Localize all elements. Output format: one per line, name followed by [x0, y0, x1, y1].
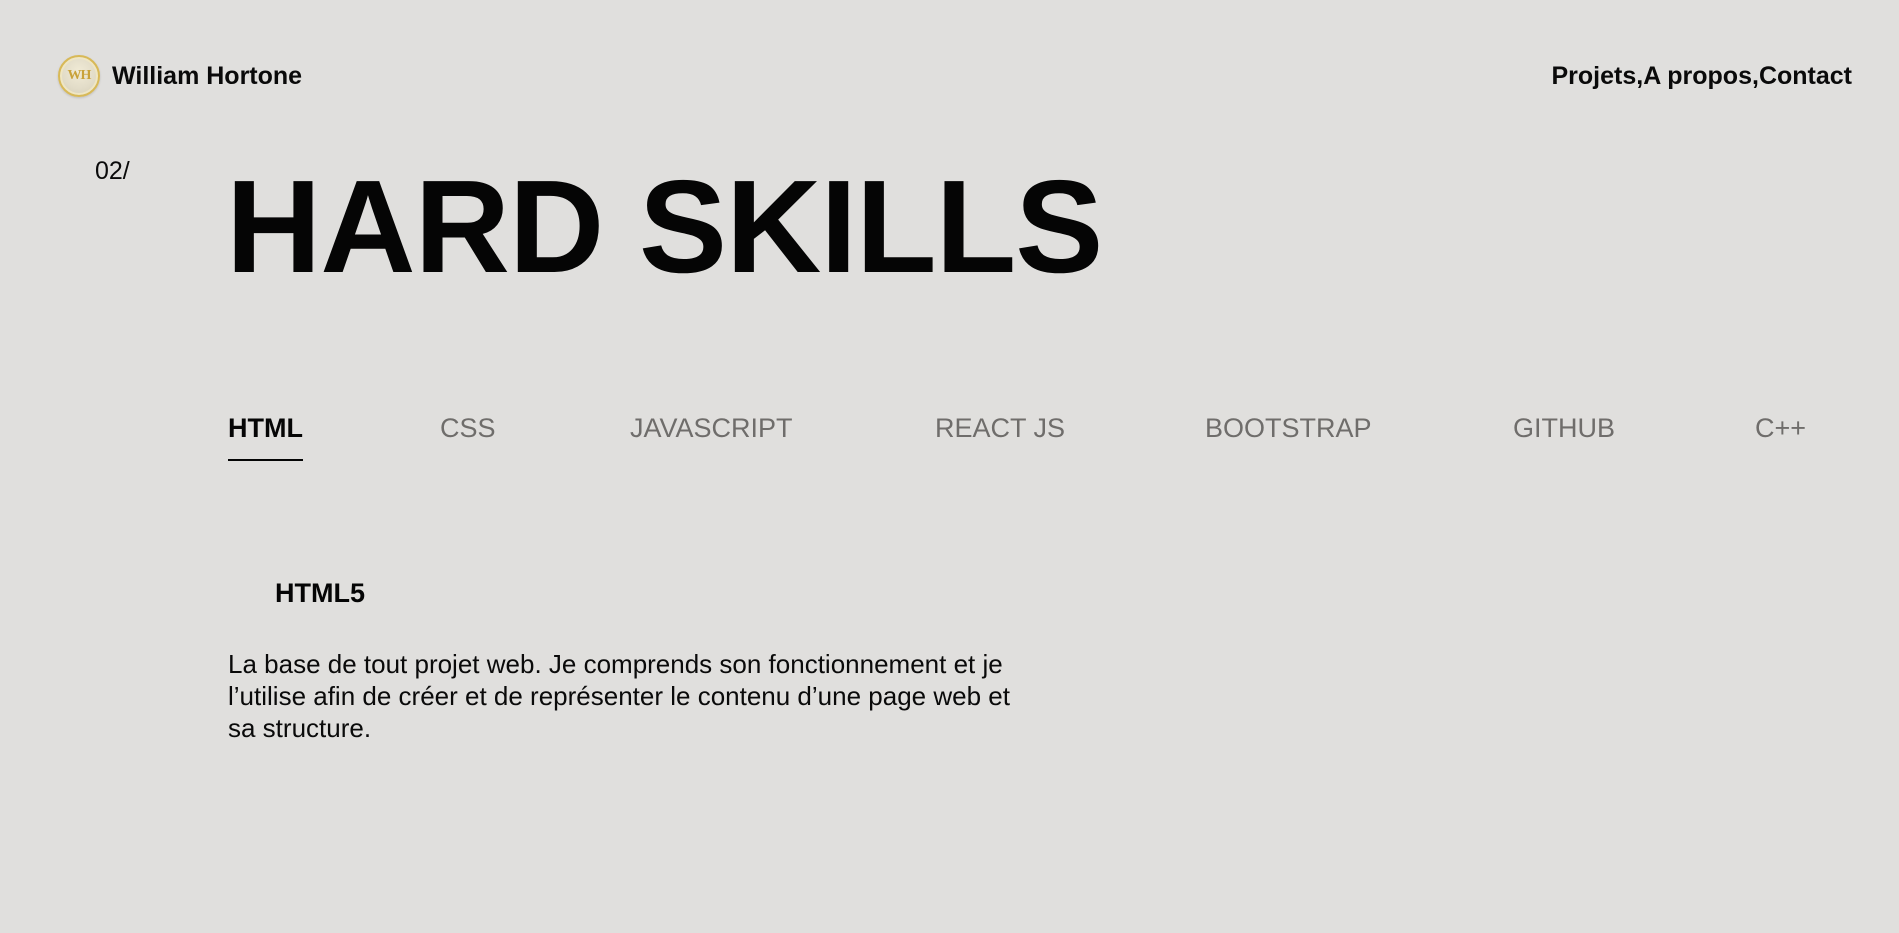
nav-link-projets[interactable]: Projets [1551, 62, 1636, 91]
nav-separator: , [1751, 61, 1759, 90]
tab-react-js[interactable]: REACT JS [935, 413, 1205, 461]
skill-description: La base de tout projet web. Je comprends… [228, 649, 1010, 743]
tab-cpp[interactable]: C++ [1755, 413, 1806, 461]
tab-css[interactable]: CSS [440, 413, 630, 461]
skills-tabs: HTML CSS JAVASCRIPT REACT JS BOOTSTRAP G… [228, 413, 1806, 461]
nav-link-apropos[interactable]: A propos [1643, 62, 1752, 91]
brand[interactable]: WH William Hortone [58, 55, 302, 97]
logo-text: WH [67, 68, 92, 83]
page-title: HARD SKILLS [226, 153, 1103, 300]
section-number: 02/ [95, 157, 130, 185]
tab-github[interactable]: GITHUB [1513, 413, 1755, 461]
brand-name[interactable]: William Hortone [112, 62, 302, 91]
header: WH William Hortone Projets, A propos, Cont… [58, 55, 1852, 97]
tab-javascript[interactable]: JAVASCRIPT [630, 413, 935, 461]
tab-html[interactable]: HTML [228, 413, 303, 461]
nav-link-contact[interactable]: Contact [1759, 62, 1852, 91]
skill-title: HTML5 [275, 578, 365, 608]
logo[interactable]: WH [58, 55, 100, 97]
tab-bootstrap[interactable]: BOOTSTRAP [1205, 413, 1513, 461]
nav-separator: , [1636, 61, 1644, 90]
main-nav: Projets, A propos, Contact [1551, 62, 1852, 91]
page: WH William Hortone Projets, A propos, Cont… [0, 0, 1899, 933]
